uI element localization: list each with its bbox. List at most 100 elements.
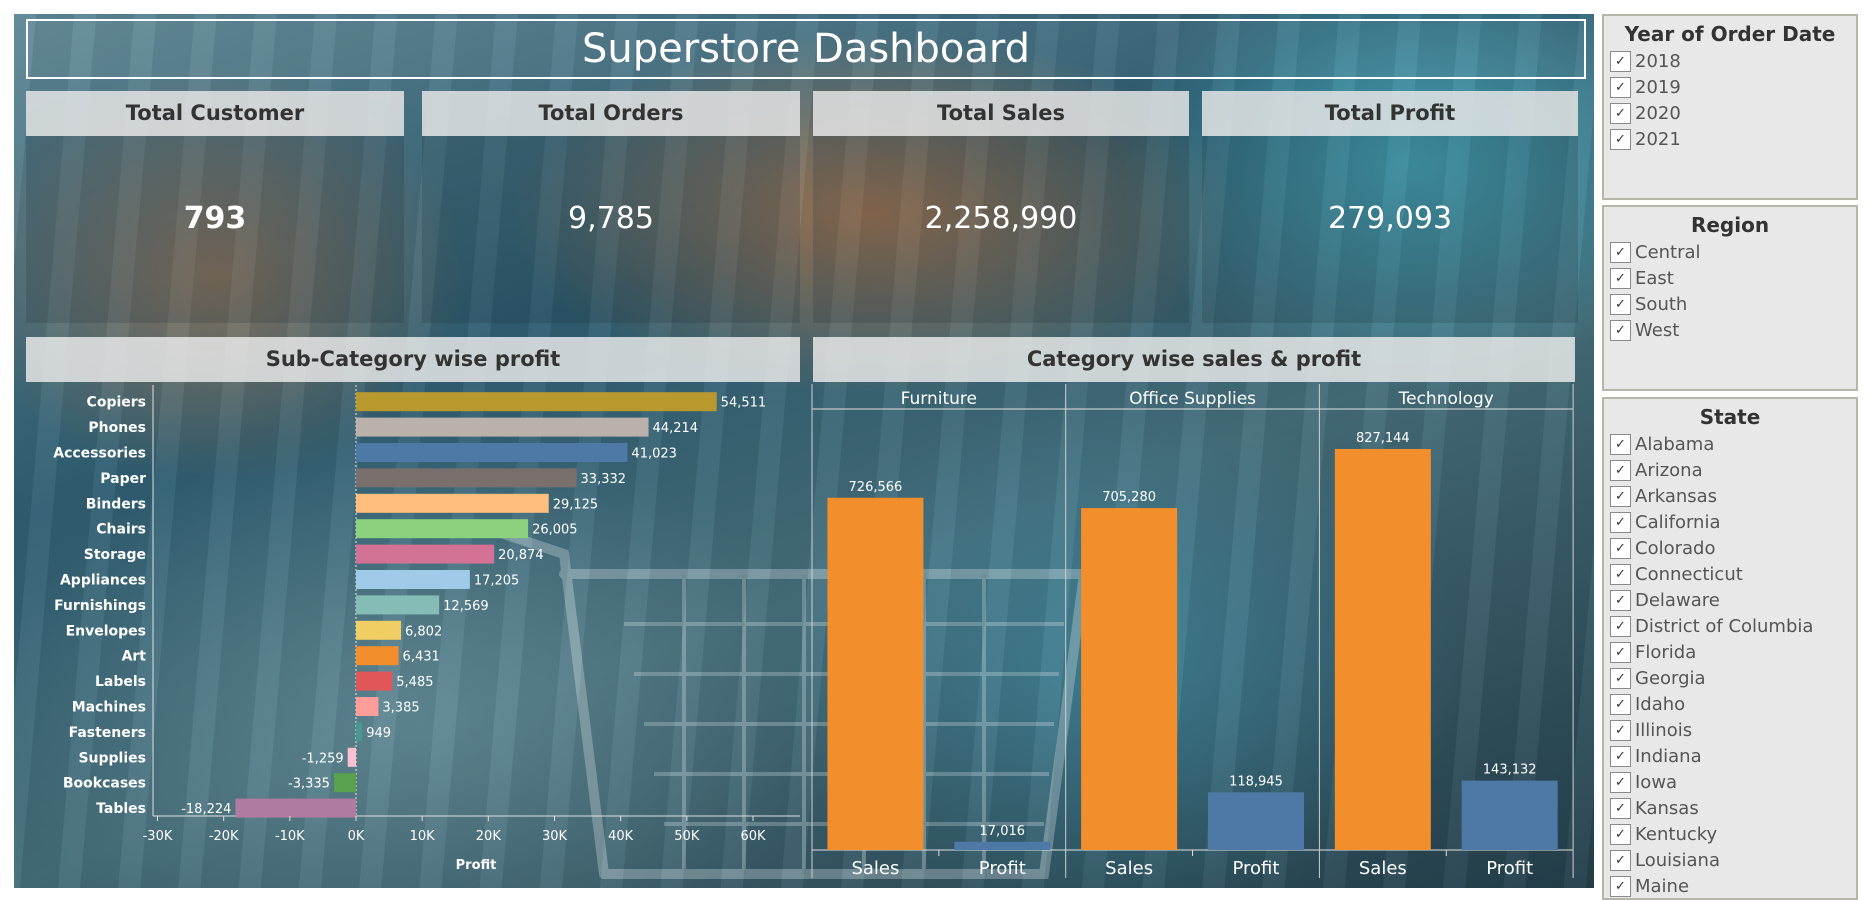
filter-option-label: Illinois <box>1635 719 1693 741</box>
filter-option-iowa[interactable]: ✓ Iowa <box>1604 769 1856 795</box>
filter-option-label: Idaho <box>1635 693 1686 715</box>
x-category-label: Profit <box>1486 858 1533 879</box>
checkbox-checked-icon[interactable]: ✓ <box>1610 128 1631 150</box>
checkbox-checked-icon[interactable]: ✓ <box>1610 693 1631 715</box>
bar-office-supplies-sales <box>1081 508 1178 850</box>
x-category-label: Sales <box>1105 858 1153 879</box>
checkbox-checked-icon[interactable]: ✓ <box>1610 615 1631 637</box>
filter-year-of-order-date: Year of Order Date ✓ 2018 ✓ 2019 ✓ 2020 ✓ 2021 <box>1602 14 1858 200</box>
checkbox-checked-icon[interactable]: ✓ <box>1610 511 1631 533</box>
filter-option-south[interactable]: ✓ South <box>1604 291 1856 317</box>
filter-option-delaware[interactable]: ✓ Delaware <box>1604 587 1856 613</box>
filter-option-west[interactable]: ✓ West <box>1604 317 1856 343</box>
filter-option-kentucky[interactable]: ✓ Kentucky <box>1604 821 1856 847</box>
bar-furniture-profit <box>954 841 1051 850</box>
filter-option-label: 2021 <box>1635 128 1681 150</box>
filter-option-label: Arkansas <box>1635 485 1718 507</box>
filter-option-east[interactable]: ✓ East <box>1604 265 1856 291</box>
checkbox-checked-icon[interactable]: ✓ <box>1610 241 1631 263</box>
filter-option-indiana[interactable]: ✓ Indiana <box>1604 743 1856 769</box>
checkbox-checked-icon[interactable]: ✓ <box>1610 667 1631 689</box>
filter-option-label: Kentucky <box>1635 823 1718 845</box>
data-label: 143,132 <box>1483 763 1537 778</box>
filter-option-label: Delaware <box>1635 589 1720 611</box>
checkbox-checked-icon[interactable]: ✓ <box>1610 849 1631 871</box>
checkbox-checked-icon[interactable]: ✓ <box>1610 719 1631 741</box>
checkbox-checked-icon[interactable]: ✓ <box>1610 875 1631 897</box>
checkbox-checked-icon[interactable]: ✓ <box>1610 102 1631 124</box>
checkbox-checked-icon[interactable]: ✓ <box>1610 433 1631 455</box>
data-label: 827,144 <box>1356 431 1410 446</box>
filter-option-label: West <box>1635 319 1680 341</box>
checkbox-checked-icon[interactable]: ✓ <box>1610 589 1631 611</box>
filter-option-label: Iowa <box>1635 771 1678 793</box>
filter-title: Region <box>1690 213 1770 237</box>
x-category-label: Profit <box>1232 858 1279 879</box>
x-category-label: Sales <box>1359 858 1407 879</box>
filter-option-maine[interactable]: ✓ Maine <box>1604 873 1856 898</box>
checkbox-checked-icon[interactable]: ✓ <box>1610 319 1631 341</box>
filter-option-label: Indiana <box>1635 745 1702 767</box>
filter-option-2019[interactable]: ✓ 2019 <box>1604 74 1856 100</box>
filter-option-label: Alabama <box>1635 433 1715 455</box>
filter-option-louisiana[interactable]: ✓ Louisiana <box>1604 847 1856 873</box>
checkbox-checked-icon[interactable]: ✓ <box>1610 537 1631 559</box>
bar-technology-sales <box>1334 449 1431 850</box>
bar-office-supplies-profit <box>1207 792 1304 850</box>
filter-option-arizona[interactable]: ✓ Arizona <box>1604 457 1856 483</box>
filter-option-district-of-columbia[interactable]: ✓ District of Columbia <box>1604 613 1856 639</box>
filter-option-label: 2020 <box>1635 102 1681 124</box>
checkbox-checked-icon[interactable]: ✓ <box>1610 771 1631 793</box>
checkbox-checked-icon[interactable]: ✓ <box>1610 797 1631 819</box>
filter-title: Year of Order Date <box>1624 22 1836 46</box>
filter-option-label: Georgia <box>1635 667 1706 689</box>
filter-option-label: Central <box>1635 241 1701 263</box>
filter-option-central[interactable]: ✓ Central <box>1604 239 1856 265</box>
filter-option-illinois[interactable]: ✓ Illinois <box>1604 717 1856 743</box>
checkbox-checked-icon[interactable]: ✓ <box>1610 563 1631 585</box>
filter-option-idaho[interactable]: ✓ Idaho <box>1604 691 1856 717</box>
data-label: 118,945 <box>1229 774 1283 789</box>
filter-option-colorado[interactable]: ✓ Colorado <box>1604 535 1856 561</box>
filter-title: State <box>1699 405 1761 429</box>
filter-option-label: District of Columbia <box>1635 615 1814 637</box>
filter-option-label: Louisiana <box>1635 849 1720 871</box>
filter-option-label: Florida <box>1635 641 1697 663</box>
filter-option-label: California <box>1635 511 1721 533</box>
filter-region: Region ✓ Central ✓ East ✓ South ✓ West <box>1602 205 1858 391</box>
checkbox-checked-icon[interactable]: ✓ <box>1610 76 1631 98</box>
data-label: 705,280 <box>1102 490 1156 505</box>
panel-label: Furniture <box>901 389 977 409</box>
filter-option-label: 2019 <box>1635 76 1681 98</box>
checkbox-checked-icon[interactable]: ✓ <box>1610 50 1631 72</box>
filter-option-2021[interactable]: ✓ 2021 <box>1604 126 1856 152</box>
filter-option-california[interactable]: ✓ California <box>1604 509 1856 535</box>
checkbox-checked-icon[interactable]: ✓ <box>1610 745 1631 767</box>
category-sales-profit-chart: Furniture 726,566 Sales 17,016 Profit Office … <box>811 384 1574 879</box>
bar-technology-profit <box>1461 780 1558 850</box>
checkbox-checked-icon[interactable]: ✓ <box>1610 459 1631 481</box>
filter-option-label: 2018 <box>1635 50 1681 72</box>
filter-option-florida[interactable]: ✓ Florida <box>1604 639 1856 665</box>
filter-option-alabama[interactable]: ✓ Alabama <box>1604 431 1856 457</box>
filter-option-label: Colorado <box>1635 537 1716 559</box>
filter-option-georgia[interactable]: ✓ Georgia <box>1604 665 1856 691</box>
checkbox-checked-icon[interactable]: ✓ <box>1610 823 1631 845</box>
filter-option-2020[interactable]: ✓ 2020 <box>1604 100 1856 126</box>
filter-option-label: South <box>1635 293 1688 315</box>
filter-option-arkansas[interactable]: ✓ Arkansas <box>1604 483 1856 509</box>
checkbox-checked-icon[interactable]: ✓ <box>1610 641 1631 663</box>
x-category-label: Sales <box>851 858 899 879</box>
bar-furniture-sales <box>827 497 924 850</box>
checkbox-checked-icon[interactable]: ✓ <box>1610 293 1631 315</box>
panel-label: Technology <box>1398 389 1494 409</box>
checkbox-checked-icon[interactable]: ✓ <box>1610 267 1631 289</box>
checkbox-checked-icon[interactable]: ✓ <box>1610 485 1631 507</box>
filter-option-2018[interactable]: ✓ 2018 <box>1604 48 1856 74</box>
filter-option-kansas[interactable]: ✓ Kansas <box>1604 795 1856 821</box>
filter-option-label: Maine <box>1635 875 1690 897</box>
x-category-label: Profit <box>979 858 1026 879</box>
filter-state: State ✓ Alabama ✓ Arizona ✓ Arkansas ✓ Californ… <box>1602 397 1858 900</box>
filter-option-label: Arizona <box>1635 459 1703 481</box>
filter-option-connecticut[interactable]: ✓ Connecticut <box>1604 561 1856 587</box>
